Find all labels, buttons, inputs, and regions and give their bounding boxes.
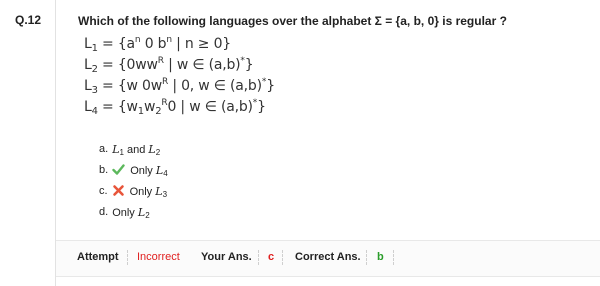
option-d[interactable]: d. Only L2 <box>99 202 168 223</box>
correct-answer-value: b <box>377 251 384 263</box>
result-bar: Attempt Incorrect Your Ans. c Correct An… <box>56 240 600 277</box>
correct-answer-label: Correct Ans. <box>295 251 361 263</box>
separator <box>282 250 284 265</box>
question-number: Q.12 <box>15 13 42 27</box>
language-l1: L1 = {an 0 bn | n ≥ 0} <box>84 35 231 54</box>
separator <box>393 250 395 265</box>
cross-icon <box>112 184 125 197</box>
language-l3: L3 = {w 0wR | 0, w ∈ (a,b)*} <box>84 77 275 96</box>
separator <box>258 250 260 265</box>
language-definitions: L1 = {an 0 bn | n ≥ 0} L2 = {0wwR | w ∈ … <box>84 34 275 118</box>
separator <box>127 250 129 265</box>
option-b[interactable]: b. Only L4 <box>99 160 168 181</box>
attempt-label: Attempt <box>77 251 119 263</box>
your-answer-label: Your Ans. <box>201 251 252 263</box>
separator <box>366 250 368 265</box>
answer-options: a. L1 and L2 b. Only L4 c. Only L3 d. On… <box>99 139 168 223</box>
question-text: Which of the following languages over th… <box>78 14 507 28</box>
language-l4: L4 = {w1w2R0 | w ∈ (a,b)*} <box>84 98 266 117</box>
check-icon <box>112 163 125 176</box>
language-l2: L2 = {0wwR | w ∈ (a,b)*} <box>84 56 254 75</box>
option-a[interactable]: a. L1 and L2 <box>99 139 168 160</box>
option-c[interactable]: c. Only L3 <box>99 181 168 202</box>
attempt-status: Incorrect <box>137 251 180 263</box>
your-answer-value: c <box>268 251 275 263</box>
